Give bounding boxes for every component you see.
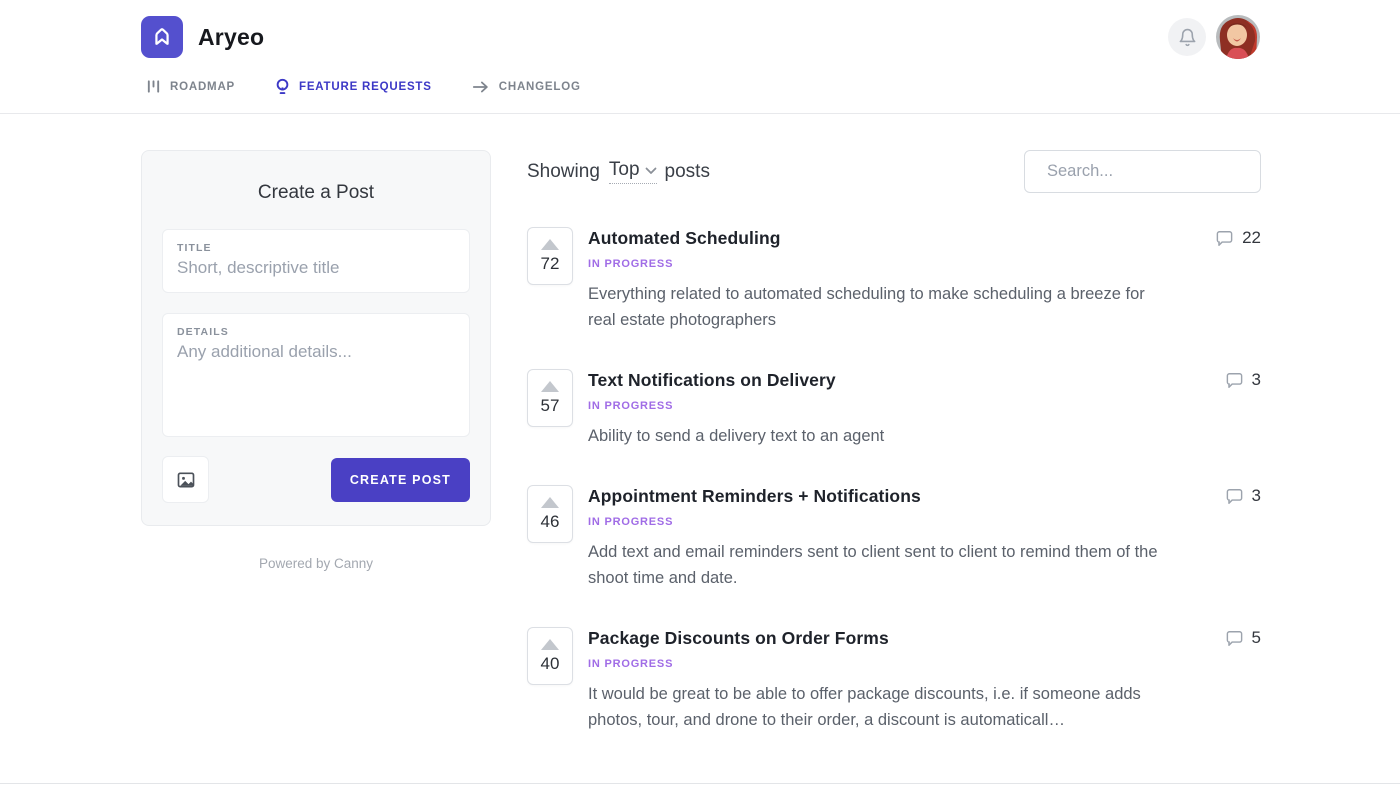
powered-by-canny[interactable]: Powered by Canny	[141, 556, 491, 571]
post-row[interactable]: 46 Appointment Reminders + Notifications…	[527, 485, 1261, 591]
title-field-label: TITLE	[177, 242, 455, 254]
comment-bubble-icon	[1215, 229, 1234, 248]
vote-count: 57	[541, 396, 560, 416]
posts-word: posts	[665, 161, 710, 183]
details-field-wrap: DETAILS	[162, 313, 470, 437]
post-body: Text Notifications on Delivery 3 IN PROG…	[588, 369, 1261, 449]
post-comments[interactable]: 3	[1205, 370, 1261, 390]
attach-image-button[interactable]	[162, 456, 209, 503]
main-column: Showing Top posts	[527, 150, 1261, 769]
lightbulb-icon	[275, 78, 290, 95]
post-top-row: Automated Scheduling 22	[588, 228, 1261, 249]
title-field-wrap: TITLE	[162, 229, 470, 293]
post-top-row: Appointment Reminders + Notifications 3	[588, 486, 1261, 507]
list-header: Showing Top posts	[527, 150, 1261, 193]
nav-feature-requests-label: FEATURE REQUESTS	[299, 81, 432, 93]
comment-count: 3	[1252, 486, 1261, 506]
feedback-board-page: Aryeo	[0, 0, 1400, 786]
status-badge: IN PROGRESS	[588, 658, 1261, 670]
header: Aryeo	[0, 0, 1400, 64]
bell-icon	[1178, 28, 1197, 47]
upvote-button[interactable]: 72	[527, 227, 573, 285]
post-body: Appointment Reminders + Notifications 3 …	[588, 485, 1261, 591]
user-avatar[interactable]	[1216, 15, 1260, 59]
upvote-arrow-icon	[541, 381, 559, 392]
comment-count: 3	[1252, 370, 1261, 390]
upvote-button[interactable]: 40	[527, 627, 573, 685]
nav-feature-requests[interactable]: FEATURE REQUESTS	[275, 78, 432, 95]
status-badge: IN PROGRESS	[588, 516, 1261, 528]
showing-label: Showing	[527, 161, 600, 183]
vote-count: 40	[541, 654, 560, 674]
content: Create a Post TITLE DETAILS	[0, 114, 1400, 769]
create-post-card: Create a Post TITLE DETAILS	[141, 150, 491, 526]
chevron-down-icon	[645, 167, 657, 175]
create-post-actions: CREATE POST	[162, 456, 470, 503]
post-description: Ability to send a delivery text to an ag…	[588, 423, 1173, 449]
comment-count: 22	[1242, 228, 1261, 248]
post-comments[interactable]: 5	[1205, 628, 1261, 648]
nav-roadmap[interactable]: ROADMAP	[146, 79, 235, 94]
upvote-button[interactable]: 46	[527, 485, 573, 543]
header-actions	[1168, 15, 1260, 59]
avatar-photo	[1216, 15, 1260, 59]
aryeo-logo[interactable]	[141, 16, 183, 58]
left-column: Create a Post TITLE DETAILS	[141, 150, 491, 571]
post-description: It would be great to be able to offer pa…	[588, 681, 1173, 733]
upvote-arrow-icon	[541, 239, 559, 250]
create-post-heading: Create a Post	[162, 182, 470, 204]
post-top-row: Package Discounts on Order Forms 5	[588, 628, 1261, 649]
home-arrow-icon	[149, 24, 175, 50]
details-input[interactable]	[177, 342, 455, 412]
title-input[interactable]	[177, 258, 455, 278]
roadmap-icon	[146, 79, 161, 94]
create-post-button[interactable]: CREATE POST	[331, 458, 470, 502]
post-top-row: Text Notifications on Delivery 3	[588, 370, 1261, 391]
post-row[interactable]: 40 Package Discounts on Order Forms 5	[527, 627, 1261, 733]
upvote-arrow-icon	[541, 497, 559, 508]
post-comments[interactable]: 22	[1195, 228, 1261, 248]
post-title[interactable]: Appointment Reminders + Notifications	[588, 486, 921, 507]
details-field-label: DETAILS	[177, 326, 455, 338]
image-icon	[176, 470, 196, 490]
post-row[interactable]: 72 Automated Scheduling 22	[527, 227, 1261, 333]
nav-roadmap-label: ROADMAP	[170, 81, 235, 93]
board-nav: ROADMAP FEATURE REQUESTS CHANGELOG	[0, 64, 1400, 114]
post-title[interactable]: Package Discounts on Order Forms	[588, 628, 889, 649]
nav-changelog[interactable]: CHANGELOG	[472, 80, 581, 94]
notifications-button[interactable]	[1168, 18, 1206, 56]
post-description: Everything related to automated scheduli…	[588, 281, 1173, 333]
search-box	[1024, 150, 1261, 193]
post-body: Automated Scheduling 22 IN PROGRESS Ever…	[588, 227, 1261, 333]
sort-dropdown[interactable]: Top	[609, 159, 657, 184]
post-title[interactable]: Text Notifications on Delivery	[588, 370, 836, 391]
comment-bubble-icon	[1225, 371, 1244, 390]
nav-changelog-label: CHANGELOG	[499, 81, 581, 93]
vote-count: 46	[541, 512, 560, 532]
post-description: Add text and email reminders sent to cli…	[588, 539, 1173, 591]
status-badge: IN PROGRESS	[588, 258, 1261, 270]
page-title: Aryeo	[198, 24, 264, 51]
showing-text: Showing Top posts	[527, 159, 710, 184]
posts-list: 72 Automated Scheduling 22	[527, 227, 1261, 733]
upvote-arrow-icon	[541, 639, 559, 650]
post-comments[interactable]: 3	[1205, 486, 1261, 506]
status-badge: IN PROGRESS	[588, 400, 1261, 412]
post-body: Package Discounts on Order Forms 5 IN PR…	[588, 627, 1261, 733]
search-input[interactable]	[1047, 162, 1267, 181]
post-title[interactable]: Automated Scheduling	[588, 228, 781, 249]
vote-count: 72	[541, 254, 560, 274]
arrow-right-icon	[472, 80, 490, 94]
comment-bubble-icon	[1225, 629, 1244, 648]
comment-count: 5	[1252, 628, 1261, 648]
sort-selected-value: Top	[609, 159, 640, 181]
upvote-button[interactable]: 57	[527, 369, 573, 427]
post-row[interactable]: 57 Text Notifications on Delivery 3	[527, 369, 1261, 449]
comment-bubble-icon	[1225, 487, 1244, 506]
